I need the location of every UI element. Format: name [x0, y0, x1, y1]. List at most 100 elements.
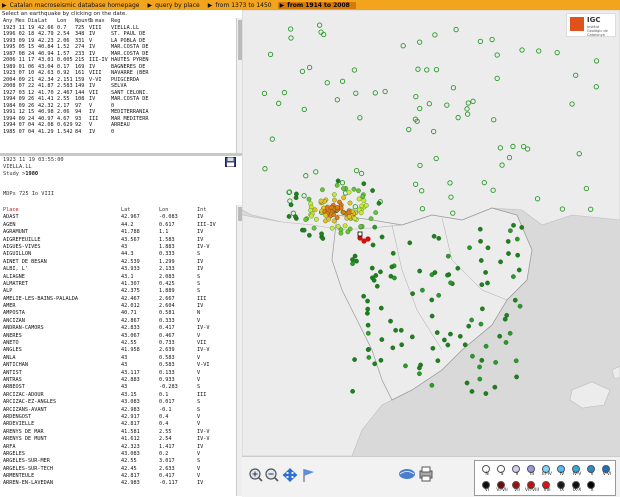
intensity-point[interactable] [354, 258, 359, 264]
intensity-point[interactable] [479, 357, 485, 363]
nav-link-0[interactable]: ▶ Catalan macroseismic database homepage [0, 2, 145, 9]
eq-date-link[interactable]: 1985 07 04 [0, 129, 38, 136]
intensity-point[interactable] [445, 253, 451, 259]
intensity-point[interactable] [358, 224, 364, 229]
intensity-point[interactable] [516, 267, 522, 273]
intensity-point[interactable] [340, 209, 346, 215]
earthquake-row[interactable]: 1985 07 04 41.29 1.542 84 IV 0 [0, 129, 236, 136]
intensity-point[interactable] [389, 264, 395, 270]
intensity-point[interactable] [505, 239, 511, 244]
intensity-point[interactable] [497, 333, 503, 339]
intensity-point[interactable] [352, 357, 357, 362]
intensity-point[interactable] [314, 216, 319, 222]
intensity-point[interactable] [350, 388, 355, 394]
intensity-point[interactable] [436, 292, 442, 298]
intensity-point[interactable] [320, 236, 326, 241]
intensity-point[interactable] [469, 389, 475, 394]
intensity-point[interactable] [398, 327, 404, 333]
intensity-point[interactable] [407, 240, 413, 246]
intensity-point[interactable] [320, 187, 325, 193]
intensity-point[interactable] [393, 327, 398, 333]
intensity-point[interactable] [503, 340, 509, 345]
intensity-point[interactable] [303, 217, 309, 222]
intensity-point[interactable] [457, 333, 463, 339]
intensity-point[interactable] [293, 195, 299, 201]
intensity-point[interactable] [513, 358, 519, 364]
intensity-point[interactable] [361, 198, 367, 203]
intensity-point[interactable] [365, 298, 370, 304]
intensity-point[interactable] [508, 228, 513, 234]
nav-link-2[interactable]: ▶ from 1373 to 1450 [206, 2, 278, 9]
intensity-point[interactable] [467, 245, 472, 251]
intensity-point[interactable] [372, 361, 378, 367]
intensity-point[interactable] [372, 224, 378, 230]
intensity-point[interactable] [346, 189, 352, 195]
intensity-point[interactable] [370, 242, 376, 248]
intensity-point[interactable] [309, 213, 314, 219]
panel-splitter[interactable] [0, 153, 242, 156]
intensity-point[interactable] [378, 269, 383, 275]
intensity-point[interactable] [483, 343, 489, 349]
intensity-point[interactable] [390, 250, 396, 256]
printer-icon[interactable] [419, 466, 433, 482]
intensity-point[interactable] [378, 357, 384, 363]
intensity-point[interactable] [464, 380, 470, 386]
intensity-point[interactable] [342, 223, 348, 229]
intensity-point[interactable] [446, 272, 452, 277]
intensity-point[interactable] [335, 178, 341, 184]
intensity-point[interactable] [515, 252, 521, 258]
intensity-point[interactable] [365, 310, 370, 316]
globe-export-icon[interactable] [399, 469, 415, 479]
intensity-point[interactable] [379, 234, 385, 240]
intensity-point[interactable] [409, 334, 415, 340]
intensity-point[interactable] [318, 198, 324, 204]
intensity-point[interactable] [470, 353, 475, 359]
intensity-point[interactable] [477, 376, 483, 382]
intensity-point[interactable] [478, 258, 484, 263]
intensity-point[interactable] [374, 283, 380, 289]
intensity-point[interactable] [341, 186, 346, 191]
intensity-point[interactable] [420, 287, 425, 293]
intensity-point[interactable] [511, 274, 516, 279]
intensity-point[interactable] [370, 188, 375, 193]
intensity-point[interactable] [514, 374, 519, 380]
intensity-point[interactable] [448, 331, 453, 337]
intensity-point[interactable] [514, 236, 520, 242]
intensity-point[interactable] [347, 200, 353, 206]
intensity-point[interactable] [403, 363, 408, 369]
intensity-point[interactable] [478, 238, 483, 244]
intensity-point[interactable] [511, 222, 516, 228]
intensity-point[interactable] [356, 188, 361, 194]
intensity-point[interactable] [430, 345, 436, 351]
intensity-point[interactable] [365, 330, 371, 336]
intensity-point[interactable] [478, 321, 484, 327]
intensity-point[interactable] [351, 186, 357, 192]
intensity-point[interactable] [436, 235, 442, 241]
intensity-point[interactable] [365, 306, 371, 312]
intensity-point[interactable] [346, 214, 352, 220]
intensity-point[interactable] [359, 203, 364, 209]
intensity-point[interactable] [328, 205, 334, 210]
intensity-point[interactable] [376, 200, 382, 206]
intensity-point[interactable] [311, 225, 317, 231]
intensity-point[interactable] [363, 203, 369, 208]
intensity-point[interactable] [329, 225, 335, 231]
intensity-point[interactable] [326, 216, 332, 222]
zoom-out-icon[interactable] [265, 468, 279, 482]
intensity-point[interactable] [485, 245, 491, 251]
intensity-point[interactable] [418, 362, 423, 368]
intensity-point[interactable] [462, 342, 468, 348]
intensity-point[interactable] [493, 360, 499, 365]
intensity-point[interactable] [455, 265, 461, 271]
intensity-point[interactable] [365, 236, 371, 242]
intensity-point[interactable] [350, 257, 355, 262]
intensity-point[interactable] [335, 224, 341, 229]
intensity-point[interactable] [286, 214, 292, 219]
intensity-point[interactable] [417, 371, 422, 376]
intensity-point[interactable] [365, 322, 371, 328]
intensity-point[interactable] [410, 291, 415, 296]
intensity-point[interactable] [480, 306, 485, 312]
pan-icon[interactable] [282, 468, 298, 482]
save-icon[interactable] [225, 157, 236, 167]
intensity-point[interactable] [288, 202, 294, 208]
